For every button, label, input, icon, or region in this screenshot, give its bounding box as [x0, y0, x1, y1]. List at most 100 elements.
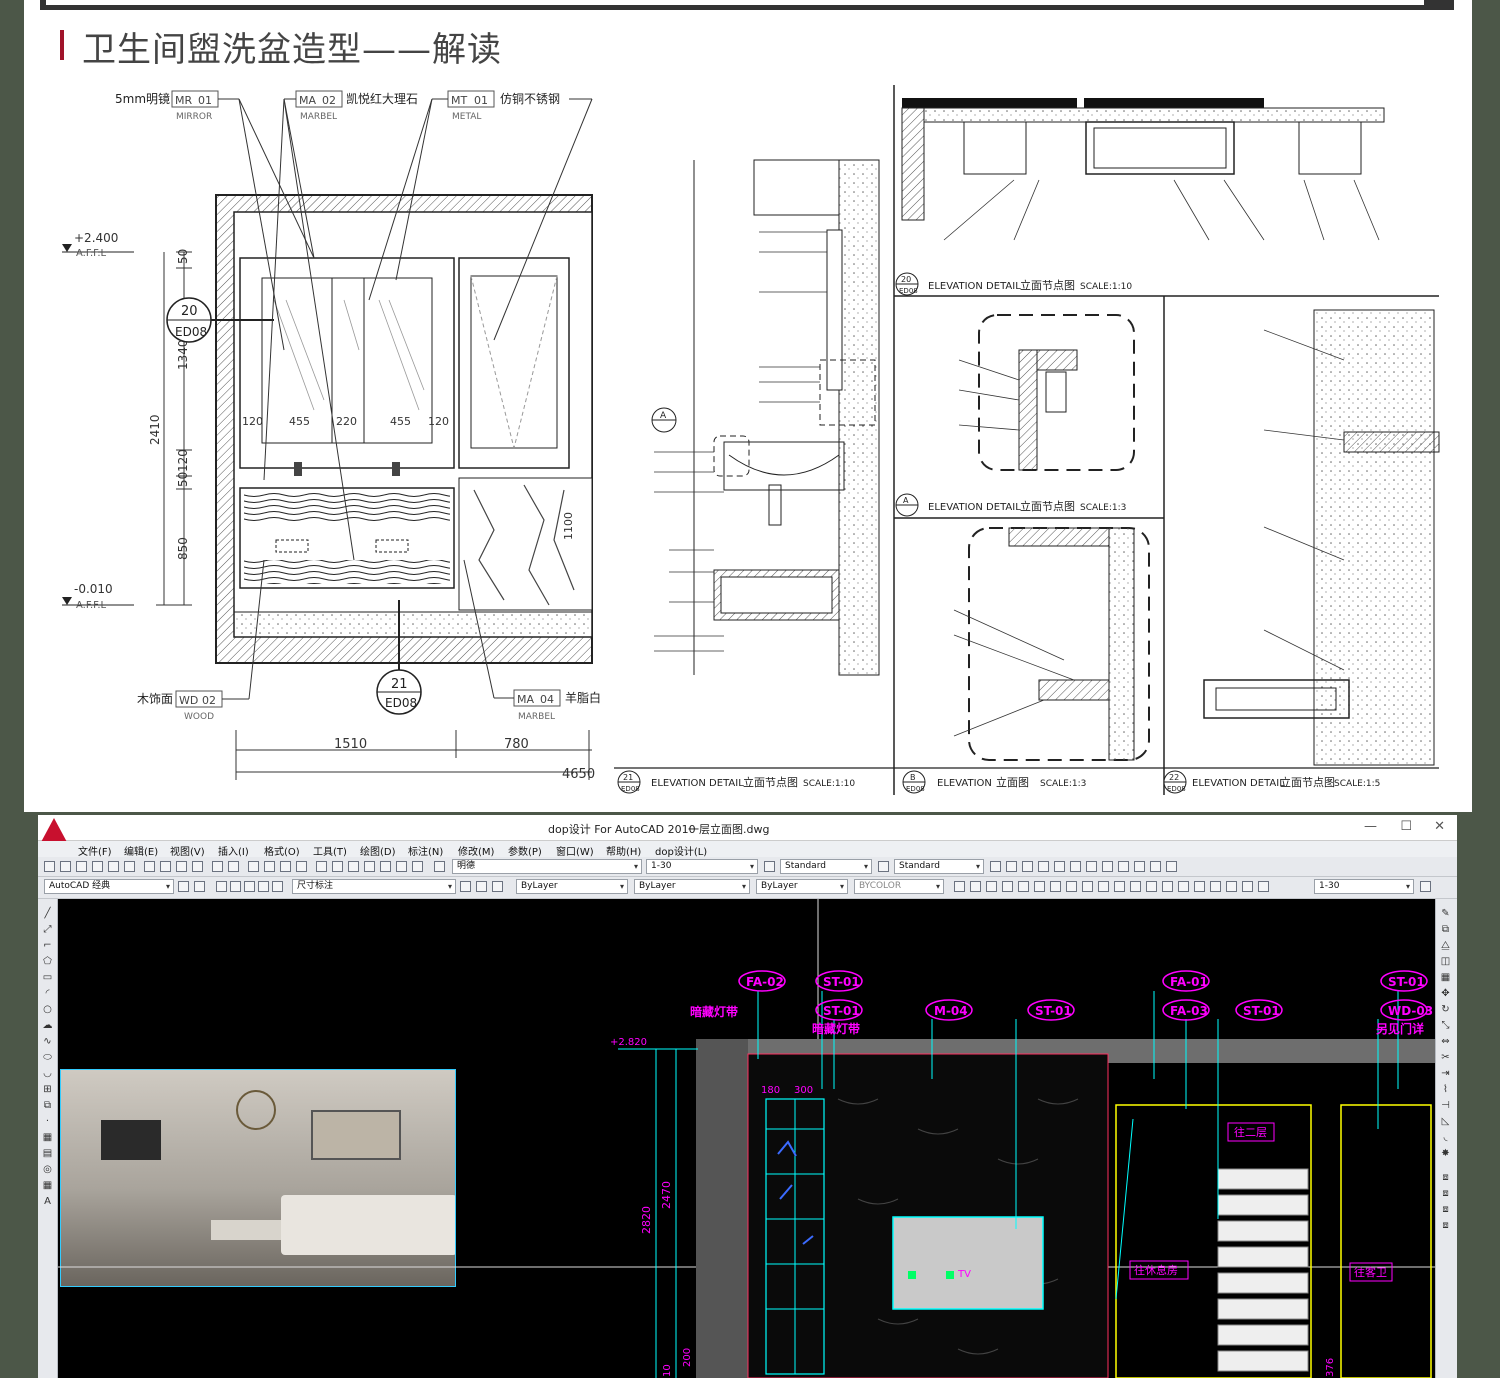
menu-modify[interactable]: 修改(M) — [458, 843, 494, 858]
rectangle-icon[interactable]: ▭ — [41, 971, 54, 984]
spline-icon[interactable]: ∿ — [41, 1035, 54, 1048]
dim-baseline-icon[interactable] — [1098, 881, 1109, 892]
maximize-icon[interactable]: ☐ — [1400, 819, 1412, 834]
multiline-text-icon[interactable]: A — [41, 1195, 54, 1208]
draworder-icon[interactable]: ⧈ — [1439, 1219, 1452, 1232]
table-icon[interactable]: ▦ — [41, 1179, 54, 1192]
dim-style-icon[interactable] — [764, 861, 775, 872]
layer-freeze-icon[interactable] — [230, 881, 241, 892]
minimize-icon[interactable]: — — [1364, 819, 1377, 834]
menu-view[interactable]: 视图(V) — [170, 843, 205, 858]
zoom-window-icon[interactable] — [280, 861, 291, 872]
menu-edit[interactable]: 编辑(E) — [124, 843, 158, 858]
menu-draw[interactable]: 绘图(D) — [360, 843, 396, 858]
quick-dim-icon[interactable] — [1082, 881, 1093, 892]
match-icon[interactable] — [192, 861, 203, 872]
dim-space-icon[interactable] — [1130, 881, 1141, 892]
menu-dimension[interactable]: 标注(N) — [408, 843, 443, 858]
stretch-icon[interactable]: ⇔ — [1439, 1035, 1452, 1048]
zoom-icon[interactable] — [264, 861, 275, 872]
dop-tool-icon[interactable] — [1006, 861, 1017, 872]
dim-continue-icon[interactable] — [1114, 881, 1125, 892]
plotstyle-select[interactable]: BYCOLOR — [854, 879, 944, 894]
dop-tool-icon[interactable] — [1022, 861, 1033, 872]
tolerance-icon[interactable] — [1162, 881, 1173, 892]
design-center-icon[interactable] — [332, 861, 343, 872]
dop-tool-icon[interactable] — [990, 861, 1001, 872]
workspace-select[interactable]: AutoCAD 经典 — [44, 879, 174, 894]
dim-style-manager-icon[interactable] — [1420, 881, 1431, 892]
text-style-select[interactable]: 明德 — [452, 859, 642, 874]
hatch-icon[interactable]: ▦ — [41, 1131, 54, 1144]
dop-tool-icon[interactable] — [1102, 861, 1113, 872]
dim-aligned-icon[interactable] — [970, 881, 981, 892]
menu-help[interactable]: 帮助(H) — [606, 843, 641, 858]
dop-tool-icon[interactable] — [1134, 861, 1145, 872]
menu-parametric[interactable]: 参数(P) — [508, 843, 542, 858]
help-icon[interactable] — [412, 861, 423, 872]
mirror-icon[interactable]: ⧋ — [1439, 939, 1452, 952]
erase-icon[interactable]: ✎ — [1439, 907, 1452, 920]
text-style-icon[interactable] — [434, 861, 445, 872]
undo-icon[interactable] — [212, 861, 223, 872]
fillet-icon[interactable]: ◟ — [1439, 1131, 1452, 1144]
join-icon[interactable]: ⊣ — [1439, 1099, 1452, 1112]
copy-object-icon[interactable]: ⧉ — [1439, 923, 1452, 936]
gradient-icon[interactable]: ▤ — [41, 1147, 54, 1160]
arc-icon[interactable]: ◜ — [41, 987, 54, 1000]
dim-break-icon[interactable] — [1146, 881, 1157, 892]
offset-icon[interactable]: ◫ — [1439, 955, 1452, 968]
layer-select[interactable]: 尺寸标注 — [292, 879, 456, 894]
circle-icon[interactable]: ○ — [41, 1003, 54, 1016]
dim-angular-icon[interactable] — [1066, 881, 1077, 892]
scale-icon[interactable]: ⤡ — [1439, 1019, 1452, 1032]
dim-edit-icon[interactable] — [1226, 881, 1237, 892]
dop-tool-icon[interactable] — [1070, 861, 1081, 872]
menu-file[interactable]: 文件(F) — [78, 843, 112, 858]
layer-manager-icon[interactable] — [194, 881, 205, 892]
markup-icon[interactable] — [380, 861, 391, 872]
zoom-previous-icon[interactable] — [296, 861, 307, 872]
dim-linear-icon[interactable] — [954, 881, 965, 892]
make-block-icon[interactable]: ⧉ — [41, 1099, 54, 1112]
new-icon[interactable] — [44, 861, 55, 872]
color-select[interactable]: ByLayer — [516, 879, 628, 894]
open-icon[interactable] — [60, 861, 71, 872]
layer-visibility-icon[interactable] — [216, 881, 227, 892]
layer-plot-icon[interactable] — [272, 881, 283, 892]
sheet-set-icon[interactable] — [364, 861, 375, 872]
quickcalc-icon[interactable] — [396, 861, 407, 872]
dop-tool-icon[interactable] — [1166, 861, 1177, 872]
dim-arc-icon[interactable] — [986, 881, 997, 892]
menu-insert[interactable]: 插入(I) — [218, 843, 249, 858]
publish-icon[interactable] — [124, 861, 135, 872]
extend-icon[interactable]: ⇥ — [1439, 1067, 1452, 1080]
workspace-settings-icon[interactable] — [178, 881, 189, 892]
center-mark-icon[interactable] — [1178, 881, 1189, 892]
chamfer-icon[interactable]: ◺ — [1439, 1115, 1452, 1128]
menu-window[interactable]: 窗口(W) — [556, 843, 594, 858]
menu-dop[interactable]: dop设计(L) — [655, 843, 707, 858]
preview-icon[interactable] — [108, 861, 119, 872]
save-icon[interactable] — [76, 861, 87, 872]
copy-icon[interactable] — [160, 861, 171, 872]
make-current-icon[interactable] — [460, 881, 471, 892]
array-icon[interactable]: ▦ — [1439, 971, 1452, 984]
dim-style-select[interactable]: Standard — [780, 859, 872, 874]
construction-line-icon[interactable]: ⤢ — [41, 923, 54, 936]
break-icon[interactable]: ⌇ — [1439, 1083, 1452, 1096]
dop-tool-icon[interactable] — [1118, 861, 1129, 872]
print-icon[interactable] — [92, 861, 103, 872]
dim-jogged-icon[interactable] — [1034, 881, 1045, 892]
cut-icon[interactable] — [144, 861, 155, 872]
dop-tool-icon[interactable] — [1150, 861, 1161, 872]
dim-diameter-icon[interactable] — [1050, 881, 1061, 892]
dop-tool-icon[interactable] — [1054, 861, 1065, 872]
layer-states-icon[interactable] — [492, 881, 503, 892]
redo-icon[interactable] — [228, 861, 239, 872]
draworder-icon[interactable]: ⧈ — [1439, 1187, 1452, 1200]
draworder-icon[interactable]: ⧈ — [1439, 1171, 1452, 1184]
ellipse-icon[interactable]: ⬭ — [41, 1051, 54, 1064]
polyline-icon[interactable]: ⌐ — [41, 939, 54, 952]
pan-icon[interactable] — [248, 861, 259, 872]
